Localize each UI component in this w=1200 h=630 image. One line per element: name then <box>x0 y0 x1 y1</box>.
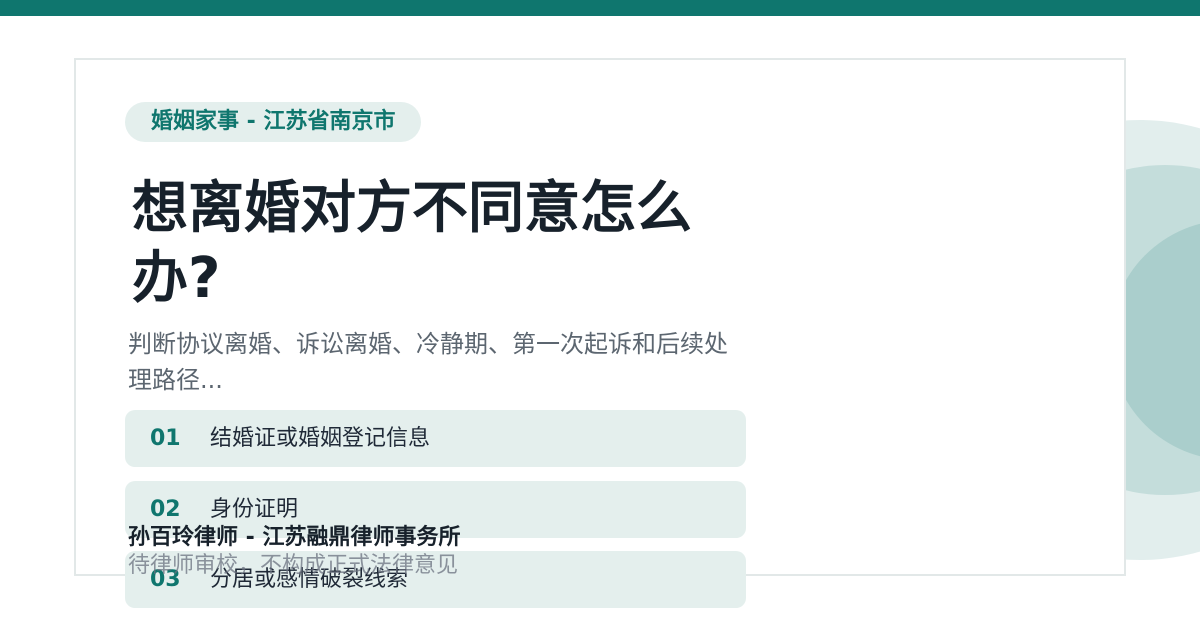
top-accent-bar <box>0 0 1200 16</box>
item-label: 结婚证或婚姻登记信息 <box>210 426 431 451</box>
page-title: 想离婚对方不同意怎么办? <box>132 176 692 311</box>
item-number: 01 <box>150 426 181 451</box>
page-subtitle: 判断协议离婚、诉讼离婚、冷静期、第一次起诉和后续处理路径... <box>128 330 728 394</box>
category-badge: 婚姻家事 - 江苏省南京市 <box>125 102 422 142</box>
disclaimer-note: 待律师审校，不构成正式法律意见 <box>128 553 459 578</box>
checklist-item: 01 结婚证或婚姻登记信息 <box>125 410 746 467</box>
